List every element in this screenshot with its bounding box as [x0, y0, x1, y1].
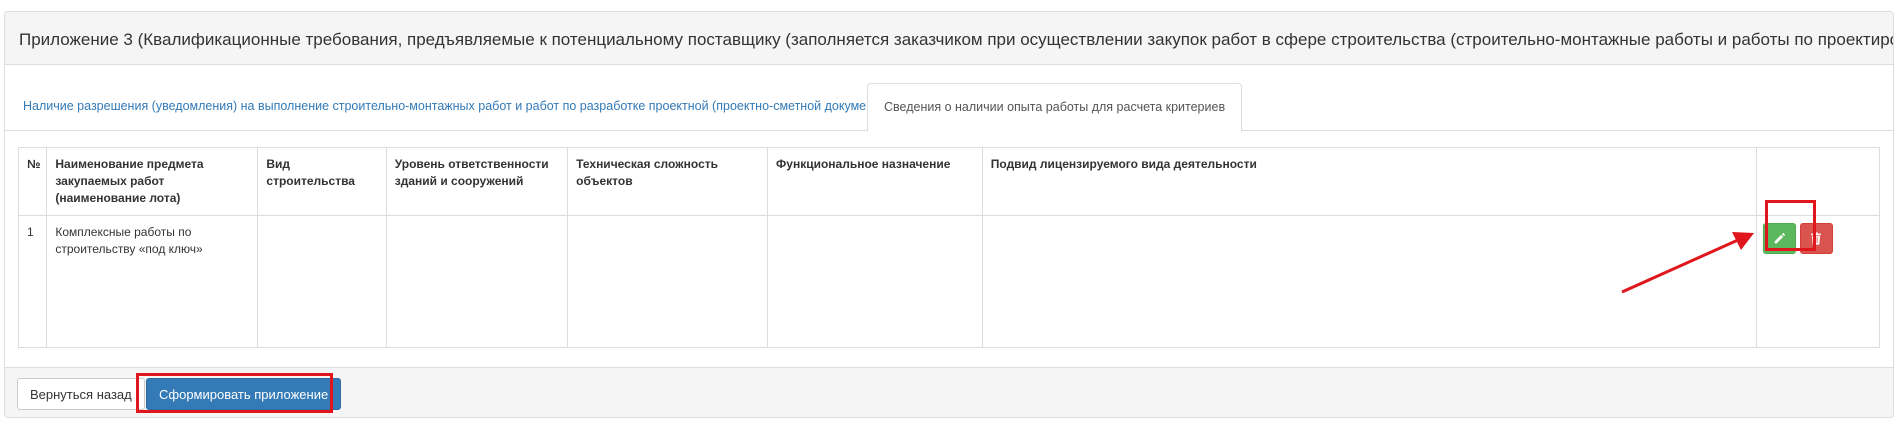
back-button[interactable]: Вернуться назад: [17, 378, 145, 410]
delete-button[interactable]: [1799, 223, 1833, 254]
cell-responsibility: [385, 215, 569, 348]
cell-purpose: [767, 215, 983, 348]
col-header-responsibility: Уровень ответственности зданий и сооруже…: [385, 147, 569, 216]
col-header-number: №: [17, 147, 48, 216]
experience-table: № Наименование предмета закупаемых работ…: [17, 147, 1881, 348]
pencil-icon: [1774, 232, 1785, 244]
appendix-panel: Приложение 3 (Квалификационные требовани…: [4, 11, 1894, 418]
col-header-complexity: Техническая сложность объектов: [567, 147, 769, 216]
cell-license-subtype: [981, 215, 1757, 348]
cell-construction-type: [257, 215, 387, 348]
table-row: 1 Комплексные работы по строительству «п…: [17, 215, 1881, 348]
col-header-name: Наименование предмета закупаемых работ (…: [46, 147, 259, 216]
cell-complexity: [567, 215, 769, 348]
cell-name: Комплексные работы по строительству «под…: [46, 215, 259, 348]
col-header-actions: [1755, 147, 1881, 216]
panel-title: Приложение 3 (Квалификационные требовани…: [5, 12, 1893, 65]
panel-footer: Вернуться назад Сформировать приложение: [5, 367, 1893, 417]
cell-actions: [1755, 215, 1881, 348]
edit-button[interactable]: [1762, 223, 1796, 254]
generate-appendix-button[interactable]: Сформировать приложение: [146, 378, 342, 410]
tab-permits[interactable]: Наличие разрешения (уведомления) на выпо…: [10, 83, 924, 131]
table-header-row: № Наименование предмета закупаемых работ…: [17, 147, 1881, 216]
col-header-construction-type: Вид строительства: [257, 147, 387, 216]
col-header-license-subtype: Подвид лицензируемого вида деятельности: [981, 147, 1757, 216]
tab-experience[interactable]: Сведения о наличии опыта работы для расч…: [867, 83, 1243, 132]
tab-bar: Наличие разрешения (уведомления) на выпо…: [5, 83, 1893, 132]
col-header-purpose: Функциональное назначение: [767, 147, 983, 216]
cell-number: 1: [17, 215, 48, 348]
trash-icon: [1811, 232, 1821, 245]
